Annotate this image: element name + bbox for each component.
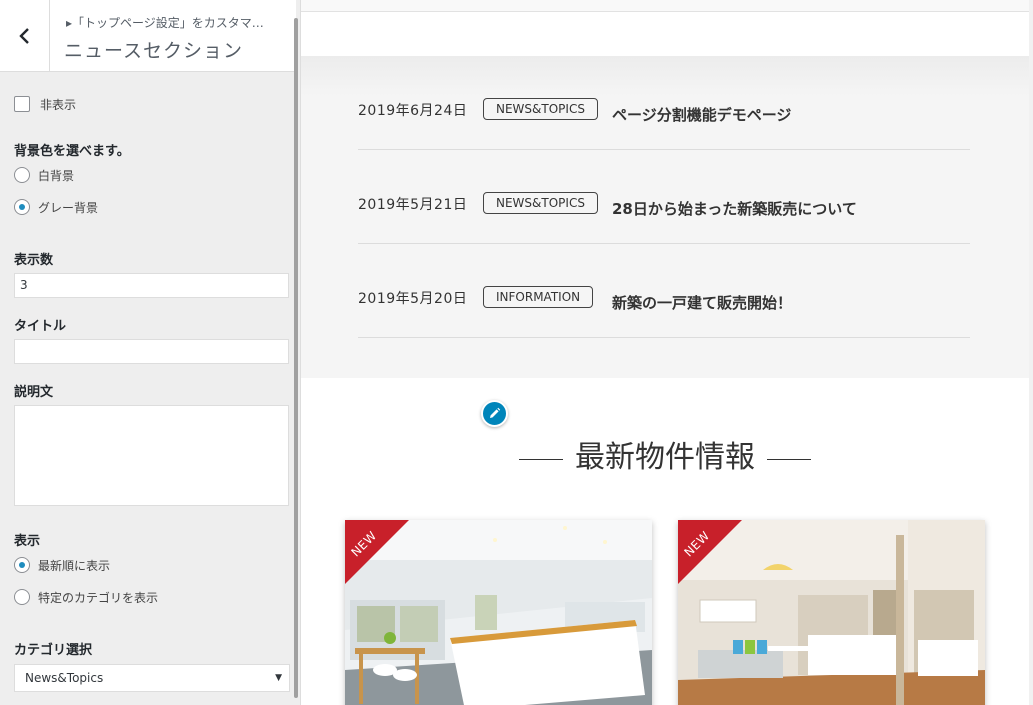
radio-latest[interactable]: 最新順に表示	[14, 556, 110, 574]
news-item: 2019年5月21日 NEWS&TOPICS 28日から始まった新築販売について	[358, 150, 970, 244]
display-label: 表示	[14, 534, 41, 549]
radio-gray-bg-label: グレー背景	[38, 200, 99, 215]
title-label: タイトル	[14, 319, 67, 334]
property-card[interactable]: NEW	[678, 520, 985, 705]
header-bottom	[301, 13, 1029, 56]
radio-white-bg-label: 白背景	[38, 168, 75, 183]
new-badge: NEW	[678, 520, 748, 590]
preview-scrollbar[interactable]	[1029, 0, 1033, 705]
news-title-link[interactable]: ページ分割機能デモページ	[612, 104, 791, 125]
description-textarea[interactable]	[14, 405, 289, 506]
breadcrumb: ▸「トップページ設定」をカスタマ…	[66, 16, 264, 30]
pencil-icon	[490, 407, 501, 418]
news-title-link[interactable]: 28日から始まった新築販売について	[612, 198, 857, 219]
radio-circle-checked[interactable]	[14, 199, 30, 215]
site-preview: 2019年6月24日 NEWS&TOPICS ページ分割機能デモページ 2019…	[301, 0, 1029, 705]
edit-shortcut-button[interactable]	[481, 400, 508, 427]
customizer-sidebar: ▸「トップページ設定」をカスタマ… ニュースセクション 非表示 背景色を選べます…	[0, 0, 301, 705]
news-category-tag[interactable]: NEWS&TOPICS	[483, 192, 598, 214]
count-label: 表示数	[14, 253, 54, 268]
back-button[interactable]	[0, 0, 50, 72]
chevron-left-icon	[18, 28, 29, 44]
news-category-tag[interactable]: INFORMATION	[483, 286, 594, 308]
radio-circle[interactable]	[14, 589, 30, 605]
section-header: ▸「トップページ設定」をカスタマ… ニュースセクション	[0, 0, 296, 72]
new-badge: NEW	[345, 520, 415, 590]
category-label: カテゴリ選択	[14, 643, 93, 658]
heading-rule-left	[519, 458, 563, 460]
title-input[interactable]	[14, 339, 289, 364]
bg-color-label: 背景色を選べます。	[14, 144, 130, 159]
news-item: 2019年6月24日 NEWS&TOPICS ページ分割機能デモページ	[358, 56, 970, 150]
caret-down-icon: ▼	[275, 673, 282, 683]
section-title: ニュースセクション	[64, 40, 244, 62]
sidebar-scrollbar[interactable]	[294, 18, 298, 698]
news-title-link[interactable]: 新築の一戸建て販売開始！	[612, 292, 792, 313]
header-strip	[301, 0, 1029, 12]
radio-gray-bg[interactable]: グレー背景	[14, 198, 98, 216]
news-date: 2019年5月21日	[358, 197, 468, 213]
description-label: 説明文	[14, 385, 54, 400]
properties-heading-text: 最新物件情報	[575, 440, 755, 475]
hide-checkbox[interactable]: 非表示	[14, 95, 76, 113]
category-select-value: News&Topics	[25, 671, 104, 685]
hide-checkbox-label: 非表示	[40, 97, 77, 112]
radio-circle-checked[interactable]	[14, 557, 30, 573]
news-date: 2019年6月24日	[358, 103, 468, 119]
radio-specific-category[interactable]: 特定のカテゴリを表示	[14, 588, 158, 606]
news-category-tag[interactable]: NEWS&TOPICS	[483, 98, 598, 120]
properties-heading: 最新物件情報	[301, 432, 1029, 476]
radio-specific-category-label: 特定のカテゴリを表示	[38, 590, 159, 605]
heading-rule-right	[767, 458, 811, 460]
news-section: 2019年6月24日 NEWS&TOPICS ページ分割機能デモページ 2019…	[301, 56, 1029, 378]
radio-white-bg[interactable]: 白背景	[14, 166, 74, 184]
radio-circle[interactable]	[14, 167, 30, 183]
radio-latest-label: 最新順に表示	[38, 558, 111, 573]
checkbox-box[interactable]	[14, 96, 30, 112]
news-date: 2019年5月20日	[358, 291, 468, 307]
news-item: 2019年5月20日 INFORMATION 新築の一戸建て販売開始！	[358, 244, 970, 338]
category-select[interactable]: News&Topics ▼	[14, 664, 290, 692]
property-card[interactable]: NEW	[345, 520, 652, 705]
count-input[interactable]: 3	[14, 273, 289, 298]
